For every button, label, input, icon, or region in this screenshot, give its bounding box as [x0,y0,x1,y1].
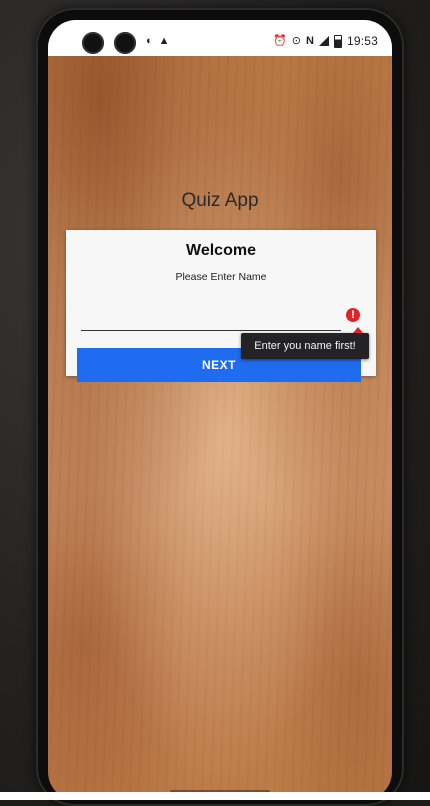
nfc-icon: N [306,35,314,47]
status-left-icons: ◐ ▲ [146,35,170,47]
front-camera-icon [114,32,136,54]
card-subtitle: Please Enter Name [66,271,376,283]
status-bar: ◐ ▲ ⏰ ⊙ N 19:53 [48,20,392,56]
welcome-card: Welcome Please Enter Name ! Enter you na… [66,230,376,376]
location-icon: ⊙ [292,35,301,47]
signal-icon [319,36,329,46]
bottom-band [0,792,430,800]
app-title: Quiz App [48,190,392,212]
phone-screen: ◐ ▲ ⏰ ⊙ N 19:53 Quiz App Welcome Please … [48,20,392,800]
battery-icon [334,35,342,48]
status-time: 19:53 [347,34,378,48]
error-tooltip: Enter you name first! [241,333,369,359]
alarm-icon: ⏰ [273,35,287,47]
front-camera-icon [82,32,104,54]
image-icon: ◐ [146,35,153,47]
phone-frame: ◐ ▲ ⏰ ⊙ N 19:53 Quiz App Welcome Please … [36,8,404,806]
error-icon: ! [346,308,360,322]
status-right: ⏰ ⊙ N 19:53 [273,34,378,48]
warning-icon: ▲ [159,35,170,47]
card-title: Welcome [66,242,376,260]
name-input[interactable] [81,306,341,331]
